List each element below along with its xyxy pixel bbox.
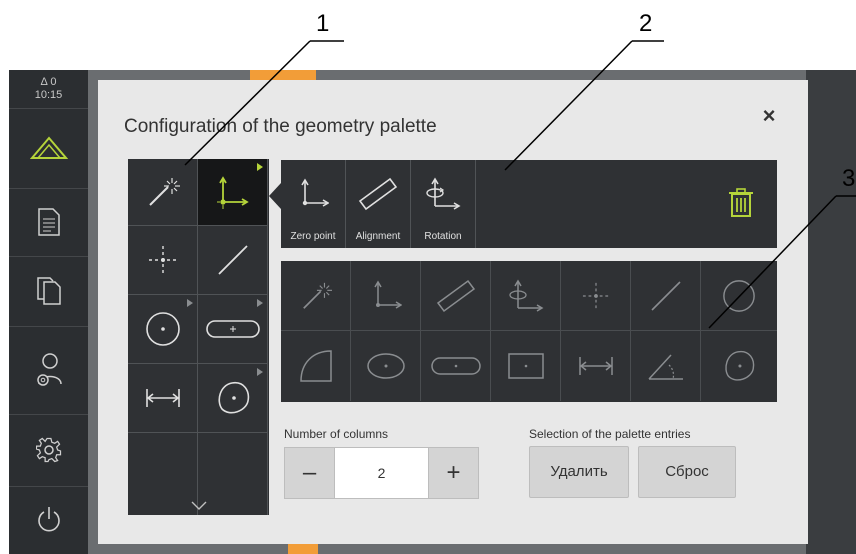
callout-number: 1: [316, 10, 330, 37]
callout-number: 3: [842, 165, 856, 192]
callout-leaders: [184, 40, 856, 329]
callout-number: 2: [639, 10, 653, 37]
